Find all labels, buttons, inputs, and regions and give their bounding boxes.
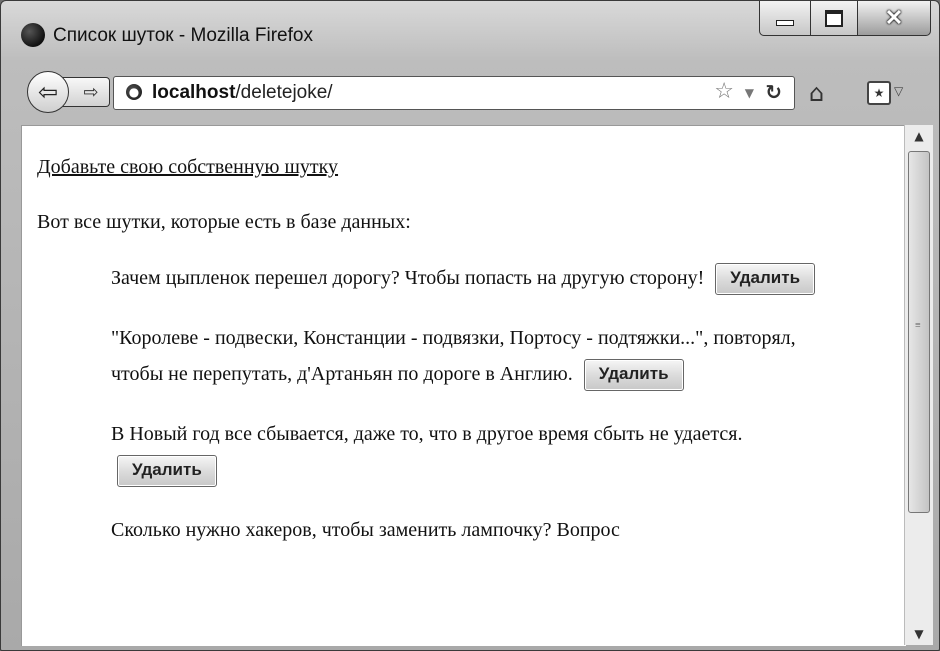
bookmarks-dropdown-icon[interactable]: ▽ (894, 84, 903, 98)
page-content: Добавьте свою собственную шутку Вот все … (21, 125, 906, 646)
globe-icon: ● (126, 84, 142, 100)
navigation-toolbar: ⇨ ⇦ ● localhost/deletejoke/ ☆ ▼ ↻ ⌂ ★ ▽ (1, 65, 939, 117)
joke-item: Сколько нужно хакеров, чтобы заменить ла… (111, 512, 821, 548)
forward-arrow-icon: ⇨ (83, 81, 99, 103)
joke-text: В Новый год все сбывается, даже то, что … (111, 423, 743, 445)
joke-item: В Новый год все сбывается, даже то, что … (111, 416, 821, 488)
joke-text: Сколько нужно хакеров, чтобы заменить ла… (111, 519, 620, 541)
title-bar: Список шуток - Mozilla Firefox ✕ (1, 1, 939, 57)
scroll-down-icon[interactable]: ▼ (905, 623, 933, 645)
back-arrow-icon: ⇦ (37, 78, 59, 106)
vertical-scrollbar[interactable]: ▲ ≡ ▼ (904, 125, 933, 645)
minimize-button[interactable] (759, 1, 811, 36)
delete-button[interactable]: Удалить (715, 263, 816, 296)
jokes-intro: Вот все шутки, которые есть в базе данны… (37, 211, 411, 233)
star-icon[interactable]: ☆ (714, 79, 734, 104)
joke-item: Зачем цыпленок перешел дорогу? Чтобы поп… (111, 260, 821, 296)
delete-button[interactable]: Удалить (583, 359, 684, 392)
window-title: Список шуток - Mozilla Firefox (53, 25, 313, 46)
firefox-logo-icon (21, 23, 45, 47)
chevron-down-icon[interactable]: ▼ (745, 86, 754, 100)
joke-text: "Королеве - подвески, Констанции - подвя… (111, 327, 796, 385)
maximize-button[interactable] (811, 1, 858, 36)
joke-text: Зачем цыпленок перешел дорогу? Чтобы поп… (111, 267, 705, 289)
reload-icon[interactable]: ↻ (765, 80, 782, 104)
browser-window: Список шуток - Mozilla Firefox ✕ ⇨ ⇦ ● l… (0, 0, 940, 651)
scroll-up-icon[interactable]: ▲ (905, 125, 933, 147)
window-controls: ✕ (759, 1, 931, 39)
delete-button[interactable]: Удалить (117, 455, 217, 488)
joke-item: "Королеве - подвески, Констанции - подвя… (111, 320, 821, 392)
close-button[interactable]: ✕ (858, 1, 931, 36)
forward-button[interactable]: ⇨ (63, 77, 110, 107)
close-icon: ✕ (884, 5, 904, 30)
address-bar[interactable]: ● localhost/deletejoke/ ☆ ▼ ↻ (113, 76, 795, 110)
back-button[interactable]: ⇦ (27, 71, 69, 113)
scrollbar-thumb[interactable]: ≡ (908, 151, 930, 513)
url-text[interactable]: localhost/deletejoke/ (152, 82, 333, 104)
minimize-icon (776, 20, 794, 26)
bookmarks-menu-icon[interactable]: ★ (867, 81, 891, 105)
grip-icon: ≡ (915, 320, 921, 331)
home-icon[interactable]: ⌂ (809, 79, 824, 107)
maximize-icon (825, 9, 843, 27)
url-host: localhost (152, 82, 236, 103)
add-joke-link[interactable]: Добавьте свою собственную шутку (37, 156, 338, 178)
url-path: /deletejoke/ (235, 82, 333, 103)
